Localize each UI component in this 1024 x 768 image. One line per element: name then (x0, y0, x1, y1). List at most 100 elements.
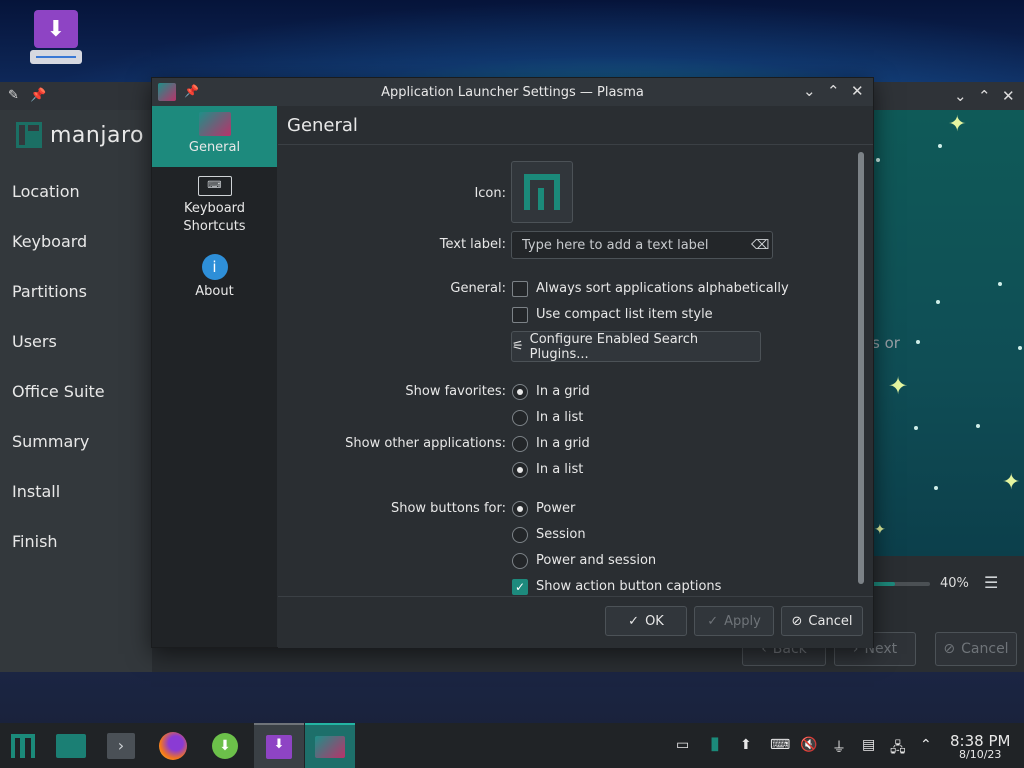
other-list-label[interactable]: In a list (536, 462, 583, 477)
taskbar-terminal[interactable]: › (98, 723, 144, 768)
buttons-power-radio[interactable] (512, 501, 528, 517)
compact-list-label[interactable]: Use compact list item style (536, 307, 713, 322)
icon-picker-button[interactable] (511, 161, 573, 223)
other-grid-label[interactable]: In a grid (536, 436, 590, 451)
other-list-radio[interactable] (512, 462, 528, 478)
buttons-session-radio[interactable] (512, 527, 528, 543)
progress-percent: 40% (940, 576, 969, 591)
minimize-icon[interactable]: ⌄ (803, 82, 816, 100)
apply-button[interactable]: ✓ Apply (694, 606, 774, 636)
sidebar-item-about[interactable]: i About (152, 254, 277, 314)
favorites-grid-radio[interactable] (512, 384, 528, 400)
installer-icon: ⬇ (266, 734, 292, 759)
maximize-icon[interactable]: ⌃ (978, 87, 991, 105)
install-progress-bar (872, 582, 930, 586)
manjaro-logo: manjaro (16, 122, 144, 148)
pin-icon[interactable]: 📌 (184, 84, 199, 98)
clear-text-icon[interactable]: ⌫ (751, 238, 769, 253)
minimize-icon[interactable]: ⌄ (954, 87, 967, 105)
buttons-power-session-label[interactable]: Power and session (536, 553, 656, 568)
buttons-power-session-radio[interactable] (512, 553, 528, 569)
star-icon: ✦ (888, 372, 909, 400)
manjaro-logo-icon (16, 122, 42, 148)
page-header: General (278, 106, 873, 145)
network-icon[interactable]: 🖧 (890, 737, 906, 761)
show-captions-checkbox[interactable]: ✓ (512, 579, 528, 595)
installer-cancel-button[interactable]: ⊘ Cancel (935, 632, 1017, 666)
close-icon[interactable]: ✕ (1002, 87, 1015, 105)
other-grid-radio[interactable] (512, 436, 528, 452)
check-icon: ✓ (707, 613, 719, 629)
show-desktop-icon[interactable]: ▭ (676, 737, 689, 753)
volume-muted-icon[interactable]: 🔇 (800, 737, 817, 753)
installer-steps: Location Keyboard Partitions Users Offic… (12, 182, 105, 582)
favorites-list-label[interactable]: In a list (536, 410, 583, 425)
star-icon: ✦ (1002, 470, 1021, 495)
sort-alpha-checkbox[interactable] (512, 281, 528, 297)
taskbar: › ⬇ ⬇ ▭ ▮ ⬆ ⌨ 🔇 ⏚ ▤ 🖧 ⌃ (0, 723, 1024, 768)
sort-alpha-label[interactable]: Always sort applications alphabetically (536, 281, 789, 296)
taskbar-installer[interactable]: ⬇ (254, 723, 304, 768)
usb-icon[interactable]: ⏚ (832, 737, 846, 757)
show-favorites-label: Show favorites: (405, 384, 506, 399)
show-captions-label[interactable]: Show action button captions (536, 579, 721, 594)
launcher-app-icon (158, 83, 176, 101)
step-keyboard: Keyboard (12, 232, 88, 251)
step-install: Install (12, 482, 61, 501)
launcher-icon (198, 112, 231, 136)
tray-expand-icon[interactable]: ⌃ (920, 737, 932, 753)
maximize-icon[interactable]: ⌃ (827, 82, 840, 100)
step-location: Location (12, 182, 80, 201)
cancel-icon: ⊘ (943, 641, 956, 657)
step-summary: Summary (12, 432, 90, 451)
taskbar-firefox[interactable] (150, 723, 196, 768)
cancel-button[interactable]: ⊘ Cancel (781, 606, 863, 636)
installer-app-icon: ✎ (8, 88, 19, 103)
desktop-installer-icon[interactable]: ⬇ (28, 10, 84, 70)
taskbar-updater[interactable]: ⬇ (202, 723, 248, 768)
buttons-power-label[interactable]: Power (536, 501, 575, 516)
dialog-title: Application Launcher Settings — Plasma (381, 84, 644, 100)
info-icon: i (201, 254, 228, 280)
cancel-icon: ⊘ (791, 613, 803, 629)
dialog-sidebar: General ⌨ Keyboard Shortcuts i About (152, 106, 277, 647)
buttons-session-label[interactable]: Session (536, 527, 586, 542)
install-progress-fill (872, 582, 896, 586)
update-icon[interactable]: ⬆ (740, 737, 752, 753)
configure-search-plugins-button[interactable]: ⚟ Configure Enabled Search Plugins... (511, 331, 761, 362)
show-buttons-label: Show buttons for: (390, 501, 506, 516)
text-label-input[interactable] (511, 231, 773, 259)
notes-icon[interactable]: ▤ (862, 737, 875, 753)
close-icon[interactable]: ✕ (851, 82, 864, 100)
general-label: General: (450, 281, 506, 296)
text-label-label: Text label: (439, 237, 506, 252)
manjaro-menu-icon (11, 733, 35, 758)
download-arrow-icon: ⬇ (34, 10, 78, 48)
slideshow-text: s or (872, 334, 900, 352)
favorites-grid-label[interactable]: In a grid (536, 384, 590, 399)
dialog-content: General Icon: Text label: ⌫ General: Alw… (278, 106, 873, 648)
show-other-apps-label: Show other applications: (345, 436, 506, 451)
sidebar-item-general[interactable]: General (152, 106, 277, 167)
app-menu-button[interactable] (0, 723, 46, 768)
step-finish: Finish (12, 532, 58, 551)
ok-button[interactable]: ✓ OK (605, 606, 687, 636)
console-icon[interactable]: ⌨ (770, 737, 790, 753)
folder-icon (56, 733, 86, 758)
keyboard-icon: ⌨ (197, 176, 232, 196)
dialog-titlebar: 📌 Application Launcher Settings — Plasma… (152, 78, 873, 106)
clipboard-icon[interactable]: ▮ (710, 733, 720, 754)
taskbar-file-manager[interactable] (48, 723, 94, 768)
log-icon[interactable]: ☰ (984, 573, 1006, 593)
compact-list-checkbox[interactable] (512, 307, 528, 323)
taskbar-launcher-settings[interactable] (305, 723, 355, 768)
favorites-list-radio[interactable] (512, 410, 528, 426)
page-title: General (287, 115, 358, 136)
terminal-icon: › (107, 732, 135, 759)
content-scrollbar[interactable] (858, 152, 864, 584)
sidebar-item-keyboard-shortcuts[interactable]: ⌨ Keyboard Shortcuts (152, 176, 277, 246)
firefox-icon (159, 731, 187, 760)
pin-icon[interactable]: 📌 (30, 88, 46, 103)
icon-label: Icon: (474, 186, 506, 201)
taskbar-clock[interactable]: 8:38 PM 8/10/23 (950, 732, 1010, 761)
